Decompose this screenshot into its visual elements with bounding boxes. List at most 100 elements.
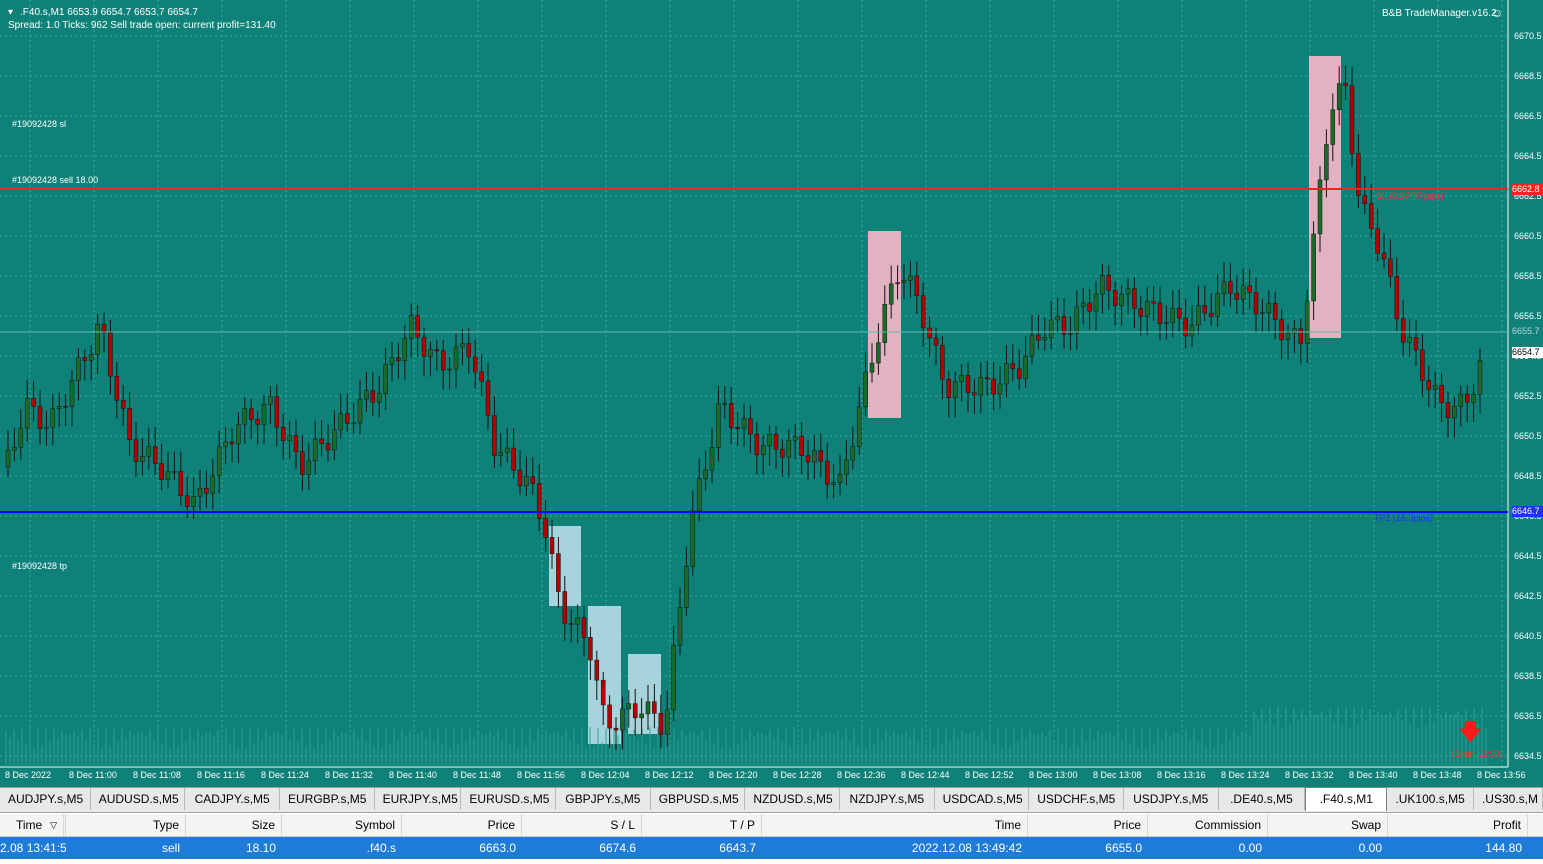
- candle-body: [984, 376, 990, 380]
- table-cell: 0.00: [1238, 841, 1262, 855]
- candle-body: [440, 350, 446, 371]
- candle-body: [1029, 334, 1035, 357]
- candle-body: [562, 591, 568, 624]
- candle-body: [69, 380, 75, 408]
- candle-body: [799, 435, 804, 456]
- candle-body: [786, 439, 792, 458]
- symbol-tab[interactable]: AUDUSD.s,M5: [91, 788, 186, 810]
- candle-body: [1330, 109, 1336, 145]
- candle-body: [908, 275, 913, 281]
- symbol-tab[interactable]: .US30.s,M: [1474, 788, 1543, 810]
- symbol-tab[interactable]: .UK100.s,M5: [1387, 788, 1474, 810]
- candle-body: [1260, 312, 1265, 315]
- candle-body: [549, 537, 555, 554]
- candle-body: [690, 510, 696, 567]
- candle-body: [95, 323, 100, 355]
- price-tick-label: 6644.5: [1514, 551, 1542, 561]
- column-header[interactable]: Symbol: [282, 814, 402, 836]
- time-tick-label: 8 Dec 12:36: [837, 770, 886, 780]
- candle-body: [24, 398, 30, 429]
- column-header[interactable]: Profit: [1388, 814, 1528, 836]
- candle-body: [1375, 228, 1380, 254]
- candle-body: [696, 478, 702, 512]
- candle-body: [1183, 317, 1188, 337]
- candle-body: [332, 429, 337, 451]
- candle-body: [536, 483, 542, 519]
- candle-body: [1228, 281, 1233, 294]
- candle-body: [1074, 306, 1080, 334]
- time-tick-label: 8 Dec 2022: [5, 770, 52, 780]
- candle-body: [1189, 324, 1195, 337]
- price-tick-label: 6650.5: [1514, 431, 1542, 441]
- price-tick-label: 6668.5: [1514, 71, 1542, 81]
- candle-body: [556, 553, 561, 592]
- candle-body: [632, 703, 638, 719]
- symbol-tab[interactable]: GBPJPY.s,M5: [556, 788, 651, 810]
- time-tick-label: 8 Dec 11:48: [453, 770, 501, 780]
- candle-body: [1068, 332, 1073, 335]
- column-header[interactable]: Swap: [1268, 814, 1388, 836]
- chart-menu-icon[interactable]: ▾: [8, 7, 13, 18]
- candle-body: [383, 364, 388, 394]
- table-cell: 6643.7: [719, 841, 756, 855]
- symbol-tab[interactable]: USDCAD.s,M5: [935, 788, 1030, 810]
- symbol-tab[interactable]: EURGBP.s,M5: [280, 788, 375, 810]
- table-row[interactable]: 2.08 13:41:59 sell 18.10 .f40.s 6663.0 6674.6…: [0, 837, 1543, 859]
- candle-body: [1285, 332, 1291, 340]
- candle-body: [1400, 318, 1406, 343]
- candle-body: [709, 447, 715, 471]
- candle-body: [37, 406, 43, 430]
- candle-body: [408, 315, 414, 339]
- symbol-tab[interactable]: EURUSD.s,M5: [461, 788, 557, 810]
- time-tick-label: 8 Dec 11:24: [261, 770, 309, 780]
- chart-canvas[interactable]: [0, 0, 1543, 787]
- symbol-tab[interactable]: NZDUSD.s,M5: [745, 788, 840, 810]
- entry-order-label: #19092428 sell 18.00: [12, 175, 99, 185]
- column-header[interactable]: Price: [402, 814, 522, 836]
- candle-body: [946, 379, 952, 398]
- symbol-tab[interactable]: NZDJPY.s,M5: [840, 788, 935, 810]
- time-tick-label: 8 Dec 12:52: [965, 770, 1014, 780]
- symbol-tab[interactable]: USDCHF.s,M5: [1029, 788, 1124, 810]
- candle-body: [1432, 385, 1438, 390]
- candle-body: [274, 396, 280, 428]
- candle-body: [1119, 293, 1124, 306]
- column-header[interactable]: Type: [66, 814, 186, 836]
- symbol-tab[interactable]: USDJPY.s,M5: [1124, 788, 1219, 810]
- symbol-tab[interactable]: EURJPY.s,M5: [375, 788, 462, 810]
- symbol-tab[interactable]: AUDJPY.s,M5: [0, 788, 91, 810]
- column-header[interactable]: Commission: [1148, 814, 1268, 836]
- candle-body: [1458, 393, 1464, 407]
- table-cell: 6663.0: [479, 841, 516, 855]
- candle-body: [1413, 337, 1419, 351]
- price-chart[interactable]: ▾ .F40.s,M1 6653.9 6654.7 6653.7 6654.7 …: [0, 0, 1543, 787]
- symbol-tab[interactable]: CADJPY.s,M5: [185, 788, 280, 810]
- candle-body: [76, 357, 81, 381]
- candle-body: [952, 381, 958, 398]
- candle-body: [165, 471, 171, 480]
- column-header[interactable]: Price: [1028, 814, 1148, 836]
- column-header[interactable]: S / L: [522, 814, 642, 836]
- candle-body: [805, 455, 811, 463]
- symbol-tab[interactable]: .DE40.s,M5: [1219, 788, 1306, 810]
- candle-body: [402, 337, 408, 362]
- candle-body: [901, 280, 907, 283]
- candle-body: [1336, 83, 1342, 110]
- candle-body: [1080, 302, 1086, 308]
- symbol-tab[interactable]: .F40.s,M1: [1305, 787, 1388, 811]
- sort-arrow-icon: ▽: [48, 814, 64, 836]
- candle-body: [588, 637, 593, 661]
- column-header[interactable]: Time: [762, 814, 1028, 836]
- candle-body: [626, 703, 632, 710]
- time-tick-label: 8 Dec 13:40: [1349, 770, 1398, 780]
- candle-body: [1477, 360, 1483, 395]
- candle-body: [293, 435, 299, 453]
- candle-body: [492, 415, 497, 456]
- candle-body: [5, 449, 11, 468]
- column-header[interactable]: Size: [186, 814, 282, 836]
- candle-body: [191, 495, 196, 508]
- symbol-tab[interactable]: GBPUSD.s,M5: [651, 788, 746, 810]
- candle-body: [600, 679, 606, 706]
- candle-body: [703, 469, 708, 479]
- column-header[interactable]: T / P: [642, 814, 762, 836]
